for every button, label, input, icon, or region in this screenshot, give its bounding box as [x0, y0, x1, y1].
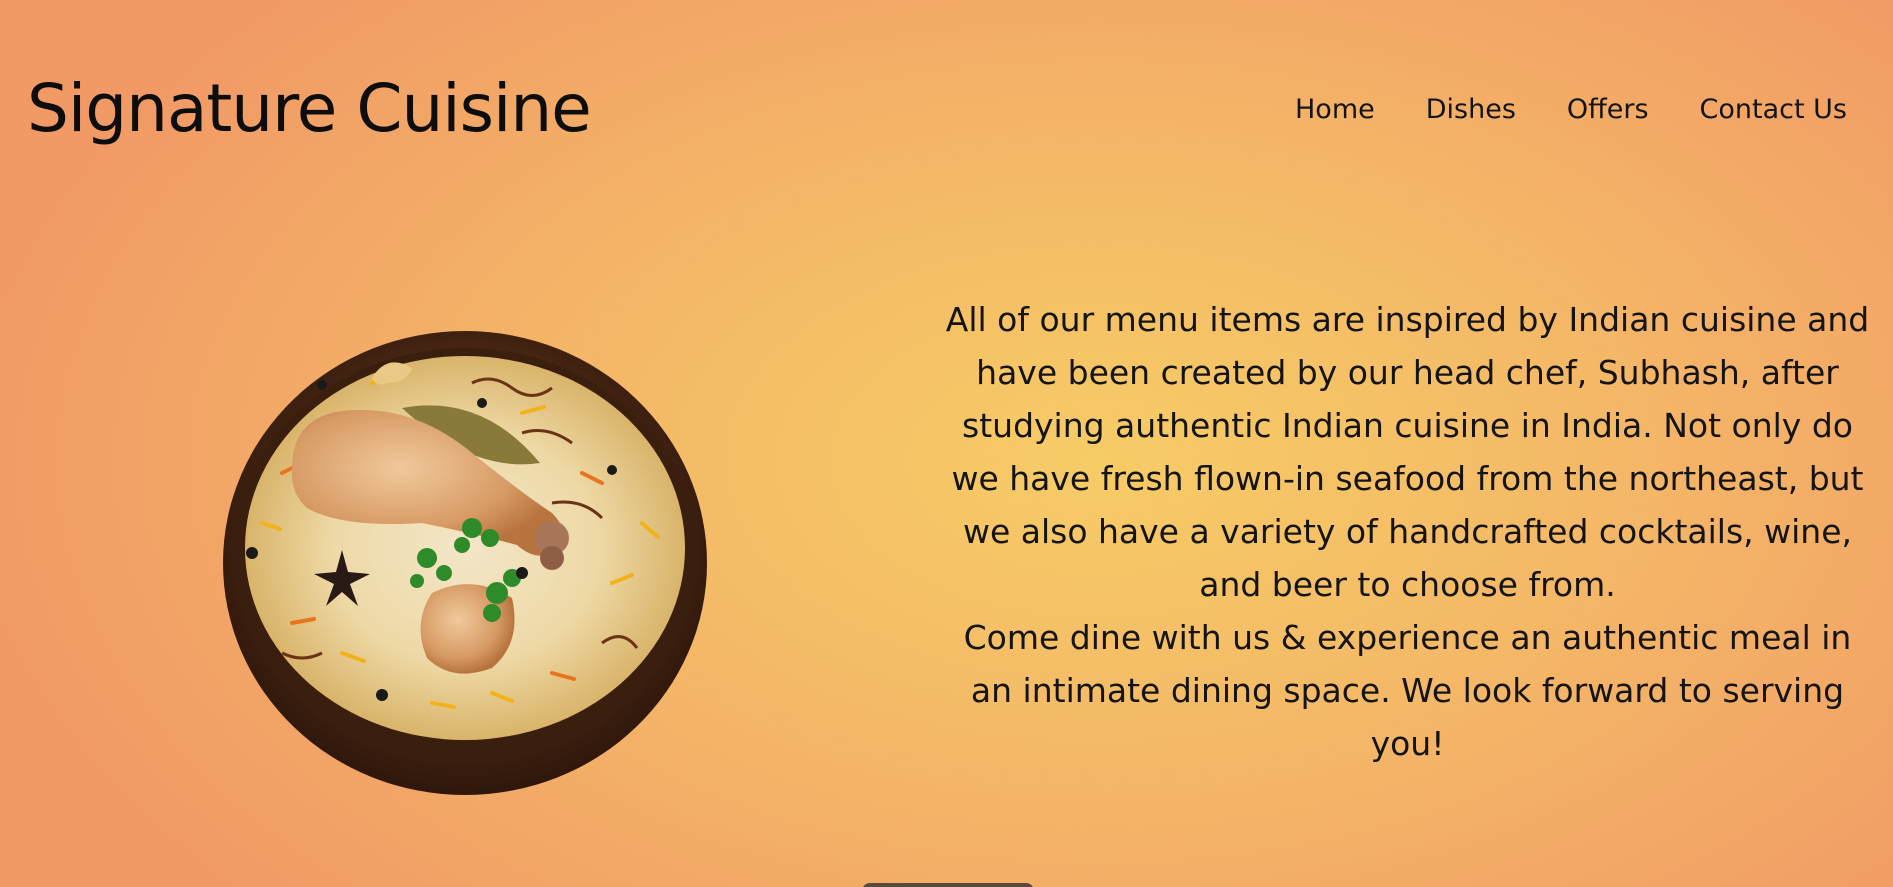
- biryani-bowl-image: [222, 323, 712, 798]
- nav-home-link[interactable]: Home: [1295, 94, 1375, 125]
- brand-title[interactable]: Signature Cuisine: [27, 70, 592, 147]
- main-nav: Home Dishes Offers Contact Us: [1295, 94, 1847, 125]
- nav-contact-link[interactable]: Contact Us: [1700, 94, 1847, 125]
- scroll-tab[interactable]: [862, 883, 1034, 887]
- nav-dishes-link[interactable]: Dishes: [1426, 94, 1516, 125]
- about-text: All of our menu items are inspired by In…: [945, 293, 1870, 770]
- site-header: Signature Cuisine Home Dishes Offers Con…: [0, 0, 1893, 200]
- nav-offers-link[interactable]: Offers: [1567, 94, 1649, 125]
- about-paragraph-1: All of our menu items are inspired by In…: [945, 300, 1870, 604]
- about-paragraph-2: Come dine with us & experience an authen…: [963, 618, 1852, 763]
